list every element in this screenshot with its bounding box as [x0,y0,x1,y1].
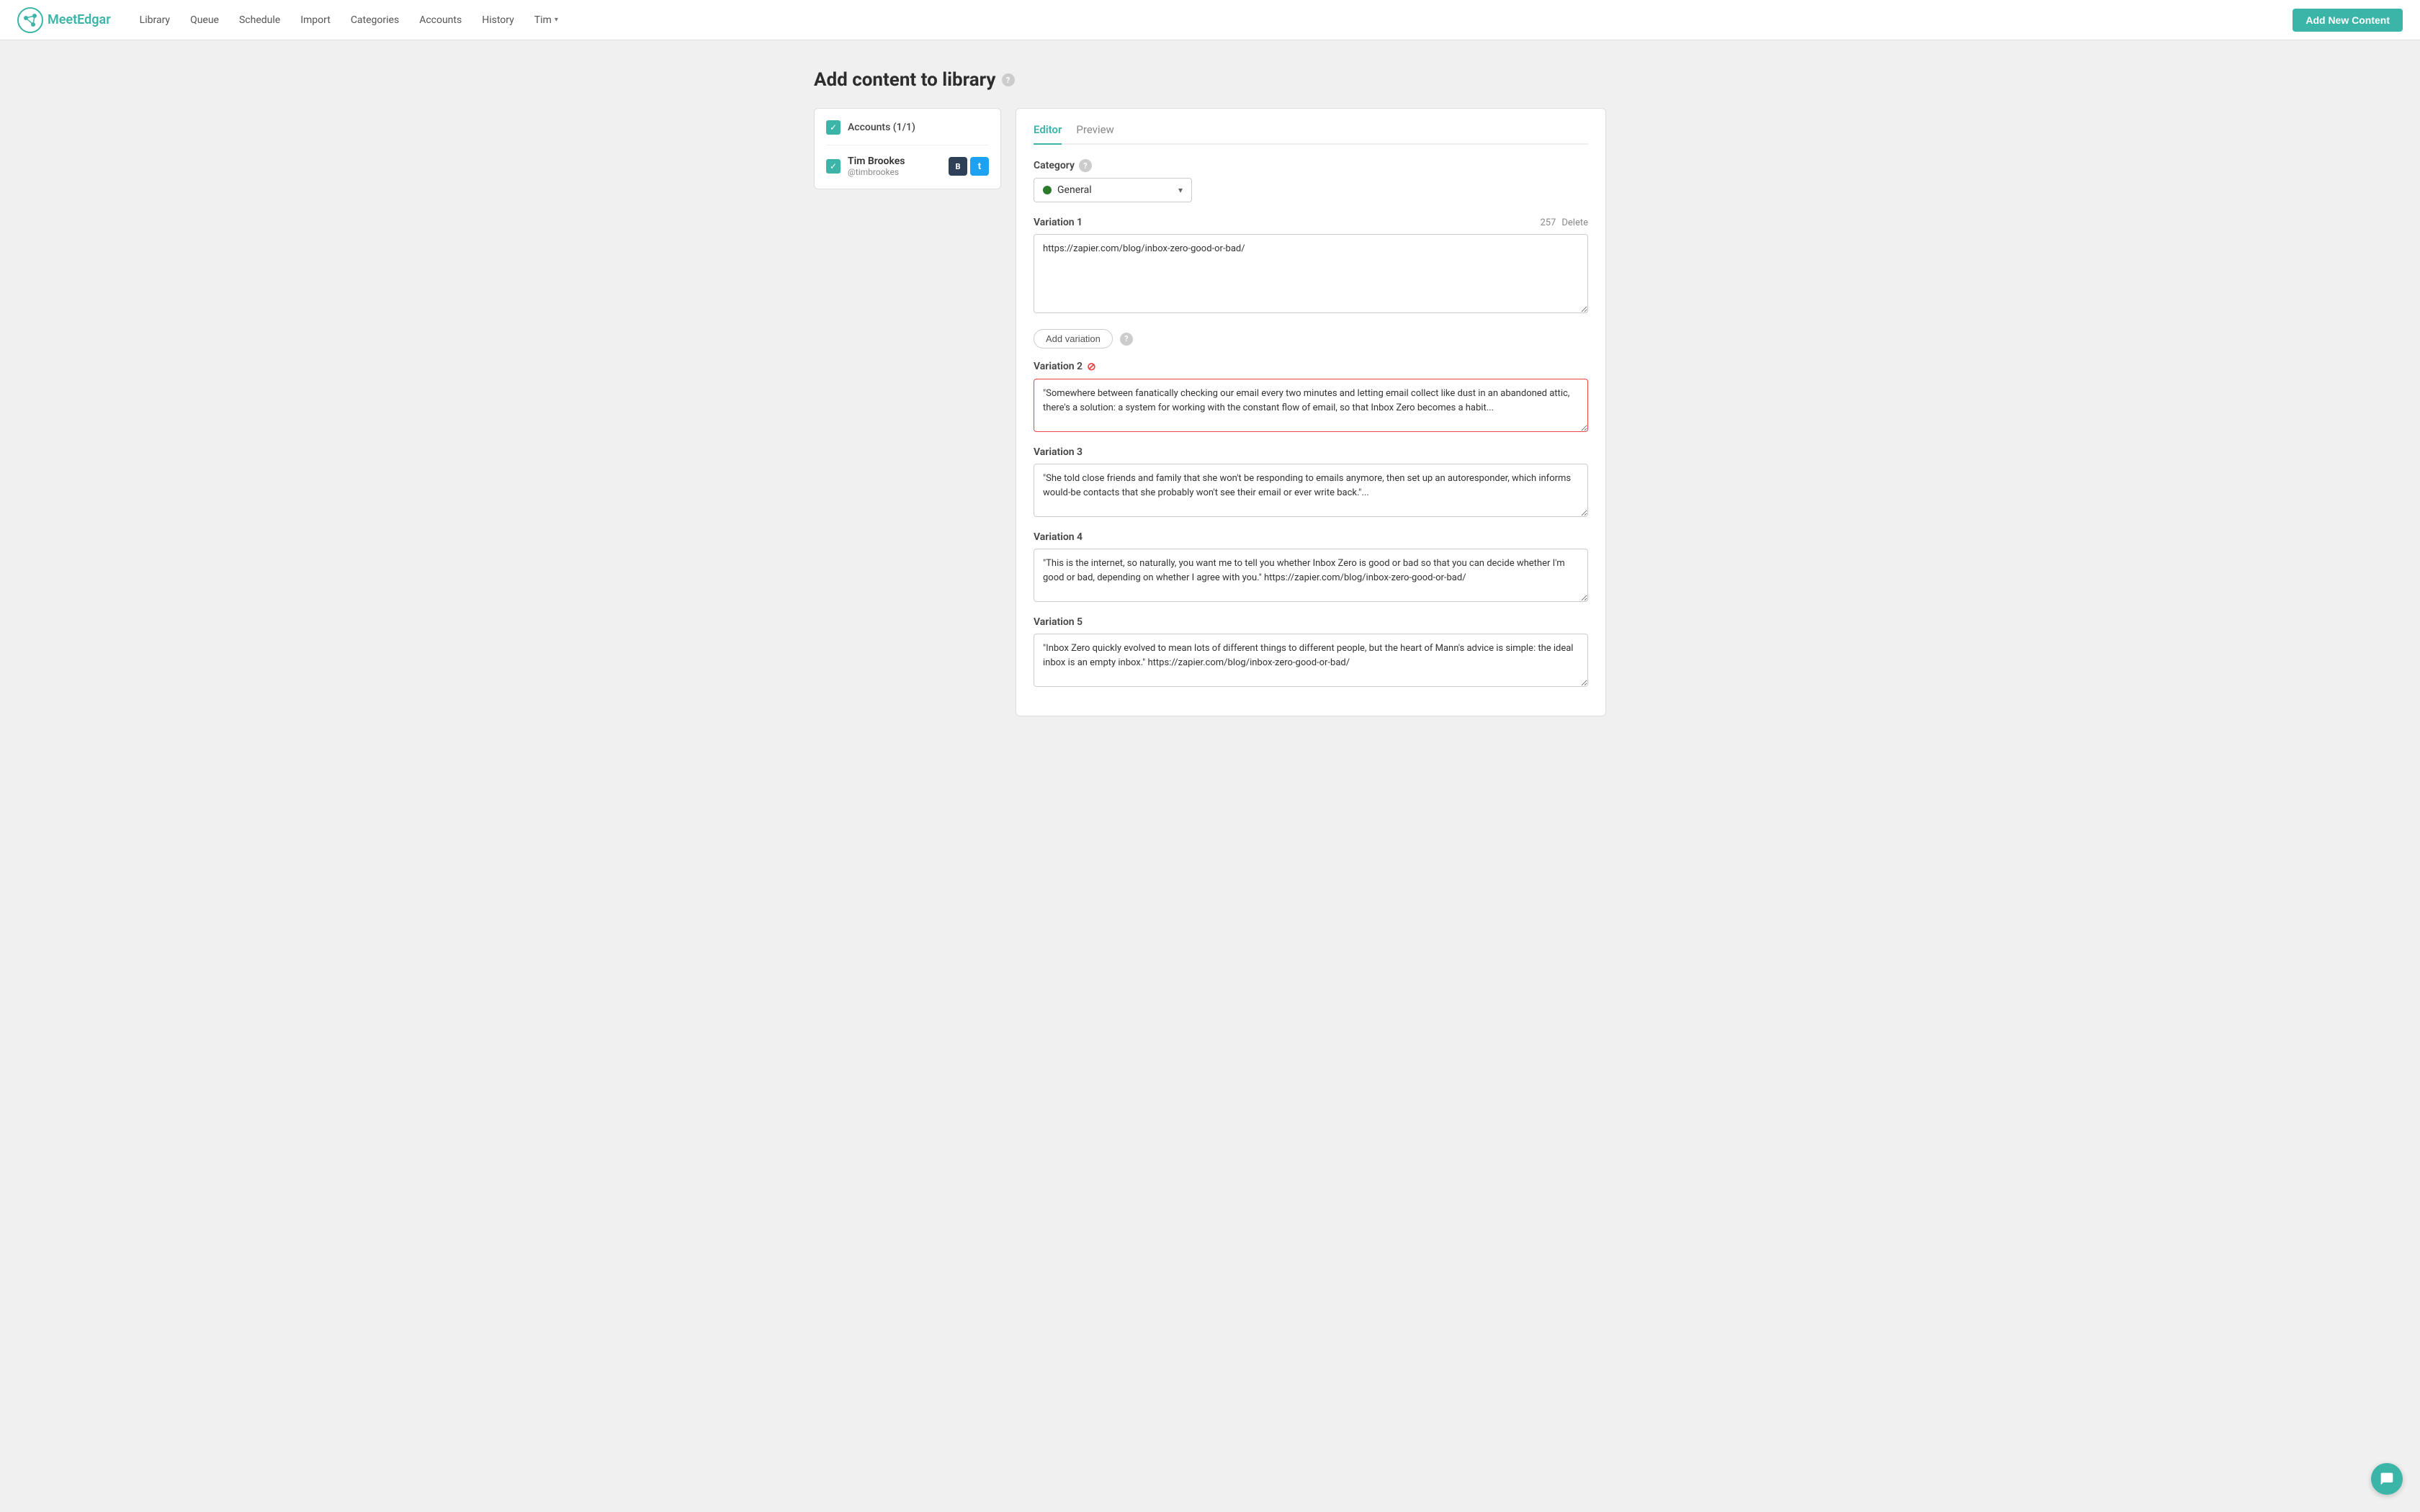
account-row-left: ✓ Tim Brookes @timbrookes [826,156,905,177]
tab-editor[interactable]: Editor [1034,123,1062,145]
variation-1-delete[interactable]: Delete [1561,217,1588,228]
add-variation-button[interactable]: Add variation [1034,329,1113,348]
variation-2-textarea[interactable] [1034,379,1588,432]
variation-1-textarea[interactable] [1034,234,1588,313]
category-dot [1043,186,1052,194]
variation-5-title: Variation 5 [1034,616,1083,628]
page-container: Add content to library ? ✓ Accounts (1/1… [799,40,1621,745]
variation-1-actions: 257 Delete [1540,217,1588,228]
accounts-header: ✓ Accounts (1/1) [826,120,989,135]
page-title-row: Add content to library ? [814,69,1606,91]
navbar: MeetEdgar Library Queue Schedule Import … [0,0,2420,40]
category-label-text: Category [1034,160,1075,171]
variation-5-label: Variation 5 [1034,616,1083,628]
logo-icon [17,7,43,33]
chevron-down-icon: ▾ [555,16,558,24]
page-help-icon[interactable]: ? [1002,73,1015,86]
category-help-icon[interactable]: ? [1079,159,1092,172]
nav-schedule[interactable]: Schedule [239,14,280,26]
variation-5-header: Variation 5 [1034,616,1588,628]
nav-categories[interactable]: Categories [351,14,399,26]
nav-queue[interactable]: Queue [190,14,219,26]
accounts-panel: ✓ Accounts (1/1) ✓ Tim Brookes @timbrook… [814,108,1001,189]
variation-4-title: Variation 4 [1034,531,1083,543]
variation-2-title: Variation 2 ⊘ [1034,360,1096,373]
twitter-icon: t [970,157,989,176]
add-variation-help-icon[interactable]: ? [1120,333,1133,346]
category-select-left: General [1043,184,1092,196]
variation-4-header: Variation 4 [1034,531,1588,543]
variation-3-title: Variation 3 [1034,446,1083,458]
variation-3-label: Variation 3 [1034,446,1083,458]
variation-4-label: Variation 4 [1034,531,1083,543]
category-name: General [1057,184,1092,196]
nav-user-name: Tim [534,14,552,26]
category-select[interactable]: General ▾ [1034,178,1192,202]
account-checkbox[interactable]: ✓ [826,159,841,174]
chat-icon [2380,1472,2394,1486]
variation-1-char-count: 257 [1540,217,1556,228]
account-name: Tim Brookes [848,156,905,167]
brand-logo[interactable]: MeetEdgar [17,7,111,33]
variation-1-label: Variation 1 [1034,217,1083,228]
variation-2-label: Variation 2 [1034,361,1083,372]
brand-name: MeetEdgar [48,12,111,27]
accounts-checkbox[interactable]: ✓ [826,120,841,135]
main-layout: ✓ Accounts (1/1) ✓ Tim Brookes @timbrook… [814,108,1606,716]
account-handle: @timbrookes [848,167,905,177]
add-new-content-button[interactable]: Add New Content [2293,9,2403,32]
variation-3-textarea[interactable] [1034,464,1588,517]
nav-accounts[interactable]: Accounts [419,14,462,26]
nav-import[interactable]: Import [300,14,331,26]
account-row: ✓ Tim Brookes @timbrookes B t [826,156,989,177]
buffer-icon: B [949,157,967,176]
chat-bubble[interactable] [2371,1463,2403,1495]
category-caret-icon: ▾ [1178,185,1183,195]
accounts-label: Accounts (1/1) [848,122,915,133]
account-social-icons: B t [949,157,989,176]
variation-2-error-icon: ⊘ [1087,360,1096,373]
variation-1-title: Variation 1 [1034,217,1083,228]
editor-tabs: Editor Preview [1034,123,1588,145]
add-variation-row: Add variation ? [1034,329,1588,348]
editor-panel: Editor Preview Category ? General ▾ Vari… [1016,108,1606,716]
variation-4-textarea[interactable] [1034,549,1588,602]
page-title: Add content to library [814,69,996,91]
tab-preview[interactable]: Preview [1076,123,1113,145]
variation-3-header: Variation 3 [1034,446,1588,458]
nav-history[interactable]: History [482,14,514,26]
variation-5-textarea[interactable] [1034,634,1588,687]
variation-2-header: Variation 2 ⊘ [1034,360,1588,373]
category-label: Category ? [1034,159,1588,172]
nav-links: Library Queue Schedule Import Categories… [140,14,2293,26]
account-info: Tim Brookes @timbrookes [848,156,905,177]
nav-user-menu[interactable]: Tim ▾ [534,14,558,26]
variation-1-header: Variation 1 257 Delete [1034,217,1588,228]
nav-library[interactable]: Library [140,14,170,26]
